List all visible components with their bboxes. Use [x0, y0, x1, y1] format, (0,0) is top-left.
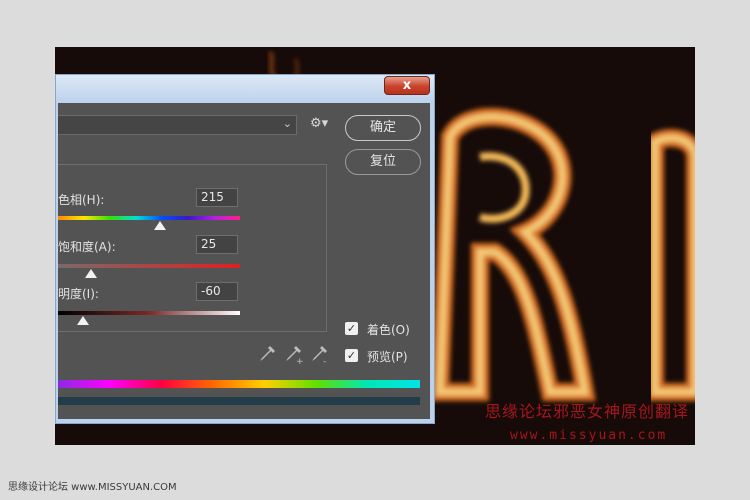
saturation-slider-thumb[interactable]: [84, 269, 97, 278]
preview-checkbox[interactable]: ✓: [345, 349, 358, 362]
colorize-label: 着色(O): [367, 323, 410, 337]
dialog-titlebar[interactable]: x: [56, 75, 434, 103]
adjustment-group: 色相(H): 215 饱和度(A): 25 明度(I): -60: [58, 164, 327, 332]
reset-button[interactable]: 复位: [345, 149, 421, 175]
ok-button[interactable]: 确定: [345, 115, 421, 141]
watermark-url: www.missyuan.com: [510, 428, 668, 443]
input-color-bar: [58, 380, 420, 388]
lightness-label: 明度(I):: [58, 287, 99, 301]
lightness-slider-track[interactable]: [58, 311, 240, 315]
hue-label: 色相(H):: [58, 193, 105, 207]
hue-slider-track[interactable]: [58, 216, 240, 220]
gear-icon[interactable]: ⚙▾: [310, 116, 328, 131]
svg-text:+: +: [296, 357, 304, 365]
colorize-checkbox[interactable]: ✓: [345, 322, 358, 335]
dialog-body: ⌄ ⚙▾ 确定 复位 色相(H): 215 饱和度(A): 25 明度(I): …: [56, 103, 434, 423]
lightness-input[interactable]: -60: [196, 282, 238, 301]
hue-slider-thumb[interactable]: [153, 221, 166, 230]
chevron-down-icon: ⌄: [282, 117, 292, 130]
eyedropper-plus-icon[interactable]: +: [282, 343, 304, 365]
watermark-chinese: 思缘论坛邪恶女神原创翻译: [485, 402, 690, 421]
hue-input[interactable]: 215: [196, 188, 238, 207]
footer-caption: 思缘设计论坛 www.MISSYUAN.COM: [8, 482, 177, 493]
hue-saturation-dialog: x ⌄ ⚙▾ 确定 复位 色相(H): 215 饱和度(A): 25 明度(I)…: [55, 74, 435, 424]
eyedropper-icon[interactable]: [256, 343, 278, 365]
saturation-slider-track[interactable]: [58, 264, 240, 268]
saturation-input[interactable]: 25: [196, 235, 238, 254]
preview-label: 预览(P): [367, 350, 408, 364]
output-color-bar: [58, 397, 420, 405]
close-button[interactable]: x: [384, 76, 430, 95]
svg-text:-: -: [323, 357, 326, 365]
lightness-slider-thumb[interactable]: [77, 316, 90, 325]
preset-dropdown[interactable]: ⌄: [58, 115, 297, 135]
eyedropper-minus-icon[interactable]: -: [308, 343, 330, 365]
saturation-label: 饱和度(A):: [58, 240, 116, 254]
